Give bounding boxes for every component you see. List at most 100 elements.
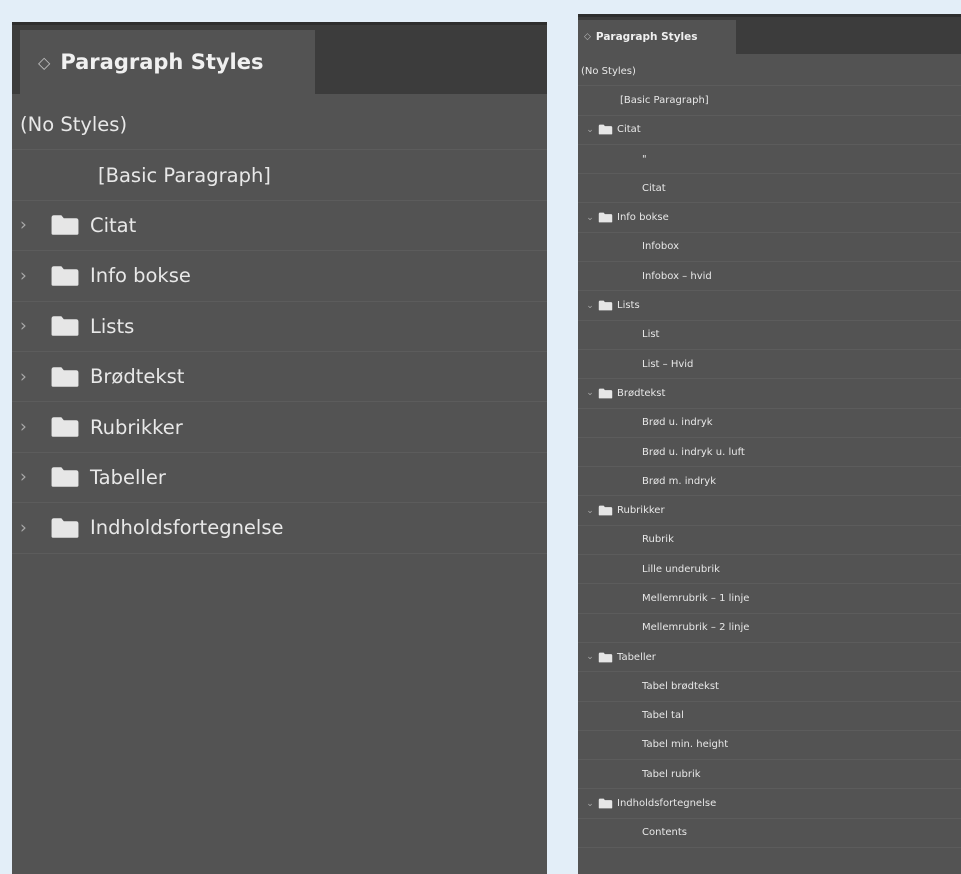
tab-paragraph-styles[interactable]: ◇ Paragraph Styles xyxy=(578,20,736,54)
style-row[interactable]: Tabel rubrik xyxy=(578,760,961,790)
style-label: Rubrik xyxy=(642,534,674,546)
folder-icon xyxy=(50,265,80,287)
group-toggle-chevron-icon[interactable]: ⌄ xyxy=(582,125,598,135)
group-label: Tabeller xyxy=(90,465,166,489)
group-toggle-chevron-icon[interactable]: › xyxy=(20,417,50,437)
group-toggle-chevron-icon[interactable]: › xyxy=(20,467,50,487)
style-group-row[interactable]: ⌄ Rubrikker xyxy=(578,496,961,526)
style-label: Brød m. indryk xyxy=(642,475,716,487)
style-group-row[interactable]: ⌄ Brødtekst xyxy=(578,379,961,409)
style-row-basic-paragraph[interactable]: [Basic Paragraph] xyxy=(578,86,961,116)
style-group-row[interactable]: ⌄ Citat xyxy=(578,116,961,145)
group-toggle-chevron-icon[interactable]: › xyxy=(20,367,50,387)
style-row[interactable]: Mellemrubrik – 1 linje xyxy=(578,584,961,614)
group-toggle-chevron-icon[interactable]: ⌄ xyxy=(582,799,598,809)
style-label: [Basic Paragraph] xyxy=(620,94,709,106)
style-group-row[interactable]: ⌄ Indholdsfortegnelse xyxy=(578,789,961,819)
paragraph-styles-panel-collapsed: ◇ Paragraph Styles (No Styles) [Basic Pa… xyxy=(12,22,547,874)
folder-icon xyxy=(50,315,80,337)
style-row[interactable]: List – Hvid xyxy=(578,350,961,380)
style-group-row[interactable]: ⌄ Info bokse xyxy=(578,203,961,233)
group-toggle-chevron-icon[interactable]: ⌄ xyxy=(582,652,598,662)
style-label: Tabel rubrik xyxy=(642,768,701,780)
style-row[interactable]: " xyxy=(578,145,961,175)
style-row[interactable]: List xyxy=(578,321,961,350)
style-group-row[interactable]: › Citat xyxy=(12,201,547,252)
group-toggle-chevron-icon[interactable]: › xyxy=(20,266,50,286)
style-row-basic-paragraph[interactable]: [Basic Paragraph] xyxy=(12,150,547,201)
group-label: Lists xyxy=(90,314,135,338)
group-toggle-chevron-icon[interactable]: › xyxy=(20,518,50,538)
style-label: Brød u. indryk xyxy=(642,417,713,429)
style-group-row[interactable]: › Rubrikker xyxy=(12,402,547,453)
group-label: Tabeller xyxy=(617,651,656,663)
group-toggle-chevron-icon[interactable]: › xyxy=(20,215,50,235)
folder-icon xyxy=(50,416,80,438)
paragraph-styles-panel-expanded: ◇ Paragraph Styles (No Styles) [Basic Pa… xyxy=(578,14,961,874)
panel-collapse-icon[interactable]: ◇ xyxy=(38,53,50,72)
style-label: (No Styles) xyxy=(20,113,128,137)
style-row[interactable]: Brød m. indryk xyxy=(578,467,961,497)
style-group-row[interactable]: ⌄ Tabeller xyxy=(578,643,961,673)
group-toggle-chevron-icon[interactable]: ⌄ xyxy=(582,388,598,398)
style-row[interactable]: Infobox – hvid xyxy=(578,262,961,292)
style-label: Brød u. indryk u. luft xyxy=(642,446,745,458)
group-label: Info bokse xyxy=(90,264,191,288)
styles-list: (No Styles) [Basic Paragraph] ⌄ Citat " Cit… xyxy=(578,57,961,849)
panel-collapse-icon[interactable]: ◇ xyxy=(584,32,591,42)
group-toggle-chevron-icon[interactable]: ⌄ xyxy=(582,213,598,223)
folder-icon xyxy=(598,798,613,809)
style-label: Citat xyxy=(642,182,666,194)
style-group-row[interactable]: › Info bokse xyxy=(12,251,547,302)
style-row[interactable]: Tabel tal xyxy=(578,702,961,731)
tab-label: Paragraph Styles xyxy=(595,31,698,43)
style-row[interactable]: Tabel brødtekst xyxy=(578,672,961,702)
style-label: Contents xyxy=(642,827,687,839)
tab-label: Paragraph Styles xyxy=(60,50,264,74)
group-toggle-chevron-icon[interactable]: › xyxy=(20,316,50,336)
style-row[interactable]: Citat xyxy=(578,174,961,204)
folder-icon xyxy=(50,214,80,236)
style-label: [Basic Paragraph] xyxy=(98,163,271,187)
style-label: Lille underubrik xyxy=(642,563,720,575)
style-row[interactable]: Infobox xyxy=(578,233,961,263)
panel-tab-bar: ◇ Paragraph Styles xyxy=(578,14,961,54)
folder-icon xyxy=(598,505,613,516)
style-group-row[interactable]: ⌄ Lists xyxy=(578,291,961,321)
style-group-row[interactable]: › Indholdsfortegnelse xyxy=(12,503,547,554)
style-label: Tabel tal xyxy=(642,710,684,722)
style-group-row[interactable]: › Tabeller xyxy=(12,453,547,504)
folder-icon xyxy=(50,466,80,488)
group-label: Indholdsfortegnelse xyxy=(617,798,717,810)
style-row[interactable]: Rubrik xyxy=(578,526,961,556)
folder-icon xyxy=(598,388,613,399)
style-row[interactable]: Brød u. indryk xyxy=(578,409,961,438)
group-label: Info bokse xyxy=(617,212,669,224)
style-label: List xyxy=(642,329,660,341)
style-group-row[interactable]: › Brødtekst xyxy=(12,352,547,403)
styles-list: (No Styles) [Basic Paragraph] › Citat › Inf… xyxy=(12,100,547,554)
style-label: " xyxy=(642,153,647,165)
style-group-row[interactable]: › Lists xyxy=(12,302,547,352)
style-row[interactable]: Contents xyxy=(578,819,961,849)
style-row[interactable]: Lille underubrik xyxy=(578,555,961,585)
group-label: Citat xyxy=(617,124,641,136)
group-label: Rubrikker xyxy=(617,505,665,517)
style-row[interactable]: Tabel min. height xyxy=(578,731,961,761)
group-label: Citat xyxy=(90,213,137,237)
group-toggle-chevron-icon[interactable]: ⌄ xyxy=(582,301,598,311)
group-label: Indholdsfortegnelse xyxy=(90,516,284,540)
panel-tab-bar: ◇ Paragraph Styles xyxy=(12,22,547,94)
group-toggle-chevron-icon[interactable]: ⌄ xyxy=(582,506,598,516)
style-row[interactable]: Mellemrubrik – 2 linje xyxy=(578,614,961,643)
style-label: List – Hvid xyxy=(642,358,694,370)
style-label: (No Styles) xyxy=(581,65,636,77)
group-label: Brødtekst xyxy=(617,387,666,399)
tab-paragraph-styles[interactable]: ◇ Paragraph Styles xyxy=(20,30,315,94)
style-row-no-styles[interactable]: (No Styles) xyxy=(12,100,547,151)
style-row-no-styles[interactable]: (No Styles) xyxy=(578,57,961,87)
style-row[interactable]: Brød u. indryk u. luft xyxy=(578,438,961,468)
style-label: Tabel brødtekst xyxy=(642,680,719,692)
style-label: Mellemrubrik – 2 linje xyxy=(642,622,750,634)
folder-icon xyxy=(598,124,613,135)
